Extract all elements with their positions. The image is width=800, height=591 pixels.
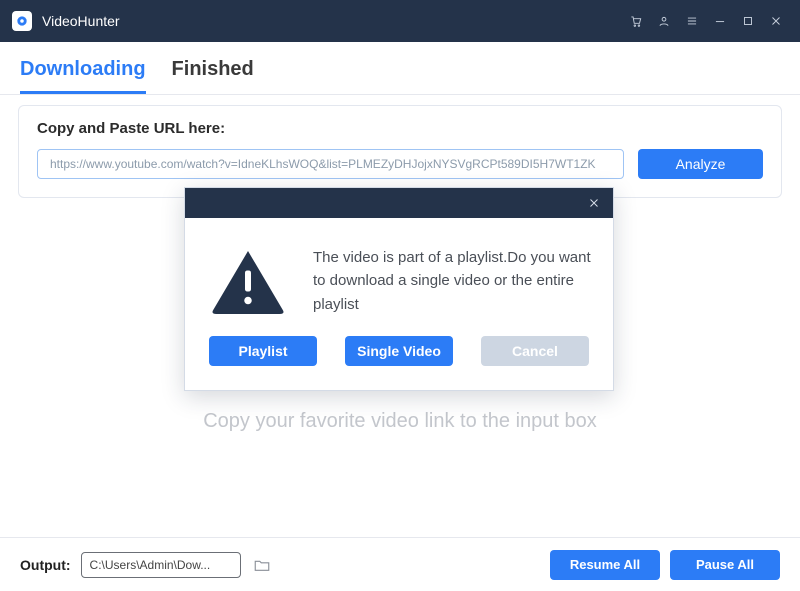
pause-all-button[interactable]: Pause All: [670, 550, 780, 580]
url-input[interactable]: [37, 149, 624, 179]
menu-icon[interactable]: [678, 0, 706, 42]
dialog-header: [185, 188, 613, 218]
analyze-button[interactable]: Analyze: [638, 149, 763, 179]
app-logo-icon: [12, 11, 32, 31]
empty-hint: Copy your favorite video link to the inp…: [0, 410, 800, 433]
url-panel: Copy and Paste URL here: Analyze: [18, 105, 782, 198]
single-video-button[interactable]: Single Video: [345, 336, 453, 366]
warning-icon: [201, 246, 295, 316]
output-path-field[interactable]: C:\Users\Admin\Dow...: [81, 552, 241, 578]
output-label: Output:: [20, 557, 71, 573]
url-label: Copy and Paste URL here:: [37, 120, 763, 137]
close-icon[interactable]: [583, 192, 605, 214]
bottombar: Output: C:\Users\Admin\Dow... Resume All…: [0, 537, 800, 591]
maximize-icon[interactable]: [734, 0, 762, 42]
app-window: VideoHunter Downloading Finished Copy an…: [0, 0, 800, 591]
browse-folder-icon[interactable]: [251, 554, 273, 576]
account-icon[interactable]: [650, 0, 678, 42]
tab-finished[interactable]: Finished: [172, 58, 254, 94]
cancel-button[interactable]: Cancel: [481, 336, 589, 366]
app-title: VideoHunter: [42, 13, 120, 29]
playlist-dialog: The video is part of a playlist.Do you w…: [184, 187, 614, 391]
tab-downloading[interactable]: Downloading: [20, 58, 146, 94]
cart-icon[interactable]: [622, 0, 650, 42]
resume-all-button[interactable]: Resume All: [550, 550, 660, 580]
close-window-icon[interactable]: [762, 0, 790, 42]
tabs: Downloading Finished: [0, 42, 800, 95]
dialog-message: The video is part of a playlist.Do you w…: [313, 246, 591, 316]
playlist-button[interactable]: Playlist: [209, 336, 317, 366]
minimize-icon[interactable]: [706, 0, 734, 42]
titlebar: VideoHunter: [0, 0, 800, 42]
